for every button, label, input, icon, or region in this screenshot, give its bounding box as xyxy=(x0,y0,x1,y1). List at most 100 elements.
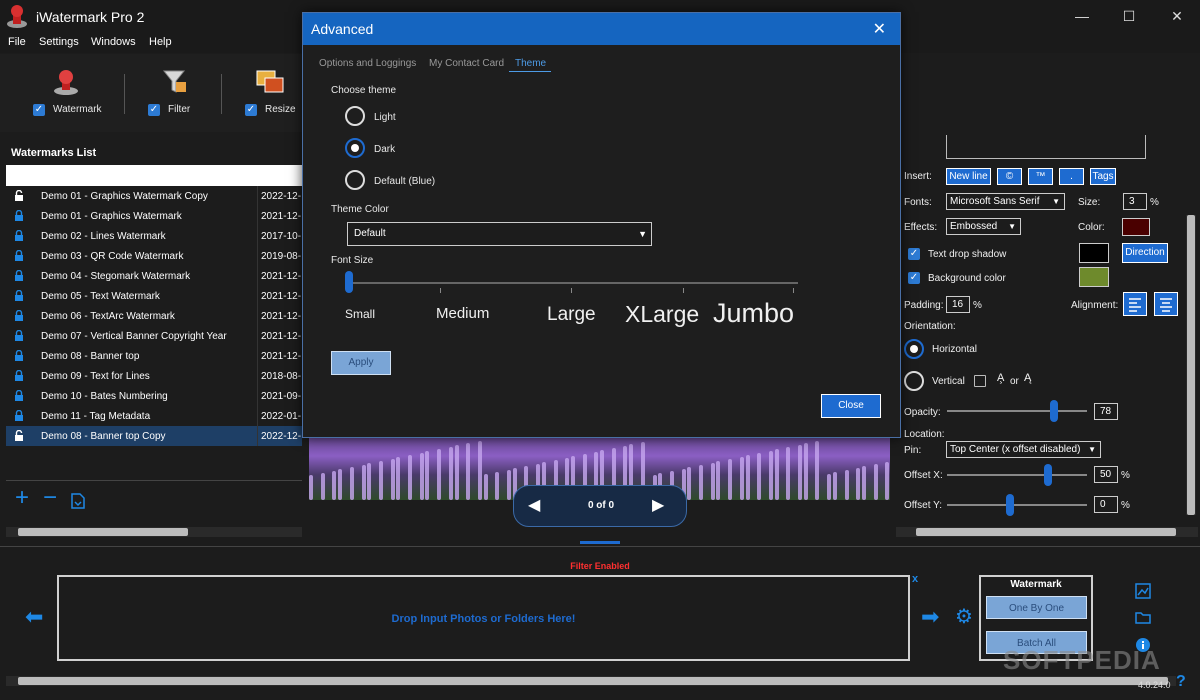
insert-trademark-button[interactable]: ™ xyxy=(1028,168,1053,185)
text-color-swatch[interactable] xyxy=(1122,218,1150,236)
align-center-button[interactable] xyxy=(1154,292,1178,316)
theme-color-select[interactable]: Default ▼ xyxy=(347,222,652,246)
dialog-close-icon[interactable]: ✕ xyxy=(873,19,886,39)
background-color-checkbox[interactable]: ✓ xyxy=(908,272,920,284)
horizontal-radio[interactable] xyxy=(904,339,924,359)
filter-checkbox[interactable]: ✓ xyxy=(148,104,160,116)
direction-button[interactable]: Direction xyxy=(1122,243,1168,263)
list-item[interactable]: Demo 09 - Text for Lines 2018-08- xyxy=(6,366,302,386)
offset-y-slider[interactable] xyxy=(947,504,1087,506)
remove-watermark-button[interactable]: − xyxy=(43,486,57,510)
list-item[interactable]: Demo 01 - Graphics Watermark 2021-12- xyxy=(6,206,302,226)
column-divider xyxy=(257,386,258,406)
background-color-swatch[interactable] xyxy=(1079,267,1109,287)
maximize-button[interactable]: ☐ xyxy=(1106,0,1152,33)
opacity-input[interactable]: 78 xyxy=(1094,403,1118,420)
watermarks-list-scrollbar[interactable] xyxy=(6,527,302,537)
theme-dark-radio[interactable] xyxy=(345,138,365,158)
previous-batch-arrow-icon[interactable]: ⬅ xyxy=(25,606,43,628)
watermark-text-input[interactable] xyxy=(946,135,1146,159)
list-item[interactable]: Demo 03 - QR Code Watermark 2019-08- xyxy=(6,246,302,266)
opacity-slider[interactable] xyxy=(947,410,1087,412)
vertical-text-down-icon[interactable]: A̧ xyxy=(997,372,1004,384)
close-window-button[interactable]: ✕ xyxy=(1154,0,1200,33)
font-size-slider[interactable] xyxy=(348,282,798,284)
list-item[interactable]: Demo 10 - Bates Numbering 2021-09- xyxy=(6,386,302,406)
offset-x-slider[interactable] xyxy=(947,474,1087,476)
list-item[interactable]: Demo 02 - Lines Watermark 2017-10- xyxy=(6,226,302,246)
open-folder-icon[interactable] xyxy=(1135,610,1151,624)
watermark-name: Demo 01 - Graphics Watermark Copy xyxy=(41,191,208,202)
vertical-radio[interactable] xyxy=(904,371,924,391)
theme-default-blue-radio[interactable] xyxy=(345,170,365,190)
watermark-stamp-icon[interactable] xyxy=(52,68,80,96)
vertical-rotate-checkbox[interactable] xyxy=(974,375,986,387)
pin-select[interactable]: Top Center (x offset disabled) ▼ xyxy=(946,441,1101,458)
padding-input[interactable]: 16 xyxy=(946,296,970,313)
insert-period-button[interactable]: . xyxy=(1059,168,1084,185)
list-item[interactable]: Demo 08 - Banner top 2021-12- xyxy=(6,346,302,366)
resize-checkbox[interactable]: ✓ xyxy=(245,104,257,116)
one-by-one-button[interactable]: One By One xyxy=(986,596,1087,619)
menu-windows[interactable]: Windows xyxy=(91,36,136,48)
menu-settings[interactable]: Settings xyxy=(39,36,79,48)
splitter-handle[interactable] xyxy=(580,541,620,544)
drop-zone[interactable]: Drop Input Photos or Folders Here! xyxy=(57,575,910,661)
preview-image-icon[interactable] xyxy=(1135,583,1151,599)
properties-vertical-scrollbar[interactable] xyxy=(1186,215,1196,515)
font-size-slider-thumb[interactable] xyxy=(345,271,353,293)
tab-theme[interactable]: Theme xyxy=(515,58,546,69)
list-item[interactable]: Demo 04 - Stegomark Watermark 2021-12- xyxy=(6,266,302,286)
align-left-button[interactable] xyxy=(1123,292,1147,316)
flower-stalk xyxy=(856,468,861,500)
list-item[interactable]: Demo 05 - Text Watermark 2021-12- xyxy=(6,286,302,306)
tab-my-contact-card[interactable]: My Contact Card xyxy=(429,58,504,69)
next-image-icon[interactable]: ▶ xyxy=(652,495,664,515)
settings-gear-icon[interactable]: ⚙ xyxy=(955,606,973,628)
size-input[interactable]: 3 xyxy=(1123,193,1147,210)
list-item[interactable]: Demo 01 - Graphics Watermark Copy 2022-12… xyxy=(6,186,302,206)
scrollbar-thumb[interactable] xyxy=(916,528,1176,536)
list-item[interactable]: Demo 06 - TextArc Watermark 2021-12- xyxy=(6,306,302,326)
offset-x-input[interactable]: 50 xyxy=(1094,466,1118,483)
list-item[interactable]: Demo 08 - Banner top Copy 2022-12- xyxy=(6,426,302,446)
vertical-text-up-icon[interactable]: Ą xyxy=(1024,372,1031,384)
import-watermark-icon[interactable] xyxy=(71,493,85,509)
bottom-scrollbar[interactable] xyxy=(6,676,1176,686)
watermark-checkbox[interactable]: ✓ xyxy=(33,104,45,116)
insert-new-line-button[interactable]: New line xyxy=(946,168,991,185)
menu-help[interactable]: Help xyxy=(149,36,172,48)
theme-light-radio[interactable] xyxy=(345,106,365,126)
effects-select[interactable]: Embossed ▼ xyxy=(946,218,1021,235)
offset-x-slider-thumb[interactable] xyxy=(1044,464,1052,486)
list-item[interactable]: Demo 07 - Vertical Banner Copyright Year… xyxy=(6,326,302,346)
flower-stalk xyxy=(844,470,849,500)
menu-file[interactable]: File xyxy=(8,36,26,48)
scrollbar-thumb[interactable] xyxy=(18,677,1168,685)
offset-y-input[interactable]: 0 xyxy=(1094,496,1118,513)
apply-button[interactable]: Apply xyxy=(331,351,391,375)
size-percent-label: % xyxy=(1150,197,1159,208)
offset-y-slider-thumb[interactable] xyxy=(1006,494,1014,516)
text-drop-shadow-checkbox[interactable]: ✓ xyxy=(908,248,920,260)
shadow-color-swatch[interactable] xyxy=(1079,243,1109,263)
insert-copyright-button[interactable]: © xyxy=(997,168,1022,185)
opacity-slider-thumb[interactable] xyxy=(1050,400,1058,422)
next-batch-arrow-icon[interactable]: ➡ xyxy=(921,606,939,628)
properties-horizontal-scrollbar[interactable] xyxy=(896,527,1198,537)
clear-drop-zone-button[interactable]: x xyxy=(912,573,918,585)
help-question-icon[interactable]: ? xyxy=(1176,673,1186,691)
list-item[interactable]: Demo 11 - Tag Metadata 2022-01- xyxy=(6,406,302,426)
minimize-button[interactable]: — xyxy=(1059,0,1105,33)
flower-stalk xyxy=(448,447,453,500)
add-watermark-button[interactable]: + xyxy=(15,486,29,510)
scrollbar-thumb[interactable] xyxy=(1187,215,1195,515)
tab-options-and-loggings[interactable]: Options and Loggings xyxy=(319,58,416,69)
scrollbar-thumb[interactable] xyxy=(18,528,188,536)
table-header[interactable] xyxy=(6,165,302,186)
font-select[interactable]: Microsoft Sans Serif ▼ xyxy=(946,193,1065,210)
resize-icon[interactable] xyxy=(256,70,284,94)
close-dialog-button[interactable]: Close xyxy=(821,394,881,418)
insert-tags-button[interactable]: Tags xyxy=(1090,168,1116,185)
filter-icon[interactable] xyxy=(162,68,188,96)
